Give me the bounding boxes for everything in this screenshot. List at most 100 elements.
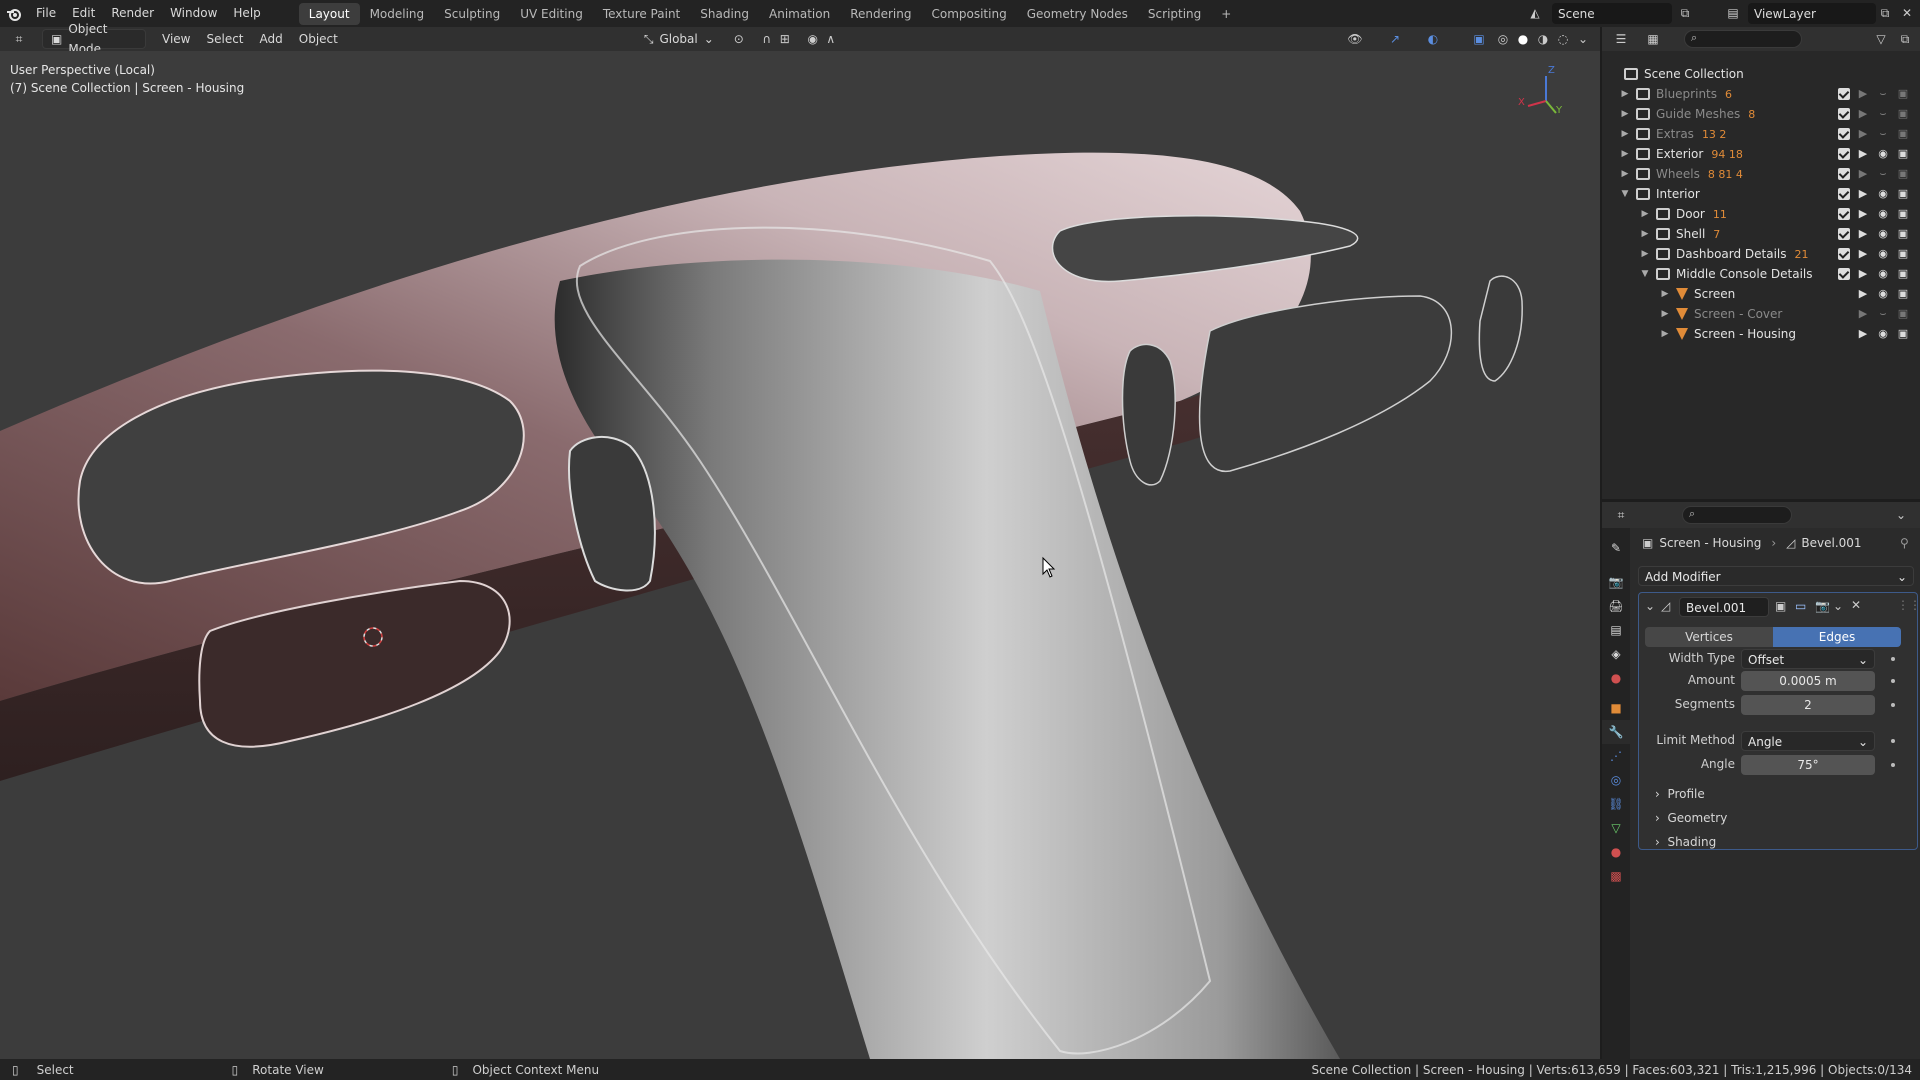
menu-help[interactable]: Help	[225, 0, 268, 27]
segments-field[interactable]: 2	[1741, 695, 1875, 715]
view-layer-selector[interactable]: ViewLayer	[1748, 3, 1876, 24]
falloff-icon[interactable]: ∧	[822, 30, 840, 48]
tab-uv-editing[interactable]: UV Editing	[510, 3, 593, 25]
amount-field[interactable]: 0.0005 m	[1741, 671, 1875, 691]
keyframe-dot-icon[interactable]	[1891, 657, 1895, 661]
snap-target-icon[interactable]: ⊞	[776, 30, 794, 48]
selectable-arrow-icon[interactable]: ▶	[1856, 208, 1870, 220]
3d-viewport[interactable]: User Perspective (Local) (7) Scene Colle…	[0, 51, 1600, 1059]
menu-add[interactable]: Add	[252, 29, 291, 49]
eye-icon[interactable]: ◉	[1876, 148, 1890, 160]
tab-compositing[interactable]: Compositing	[921, 3, 1016, 25]
tab-rendering[interactable]: Rendering	[840, 3, 921, 25]
angle-field[interactable]: 75°	[1741, 755, 1875, 775]
overlays-icon[interactable]: ◐	[1424, 30, 1442, 48]
exclude-checkbox[interactable]	[1838, 148, 1850, 160]
camera-render-icon[interactable]: ▣	[1896, 248, 1910, 260]
menu-object[interactable]: Object	[291, 29, 346, 49]
camera-render-icon[interactable]: ▣	[1896, 268, 1910, 280]
tab-modeling[interactable]: Modeling	[360, 3, 435, 25]
new-collection-icon[interactable]: ⧉	[1896, 30, 1914, 48]
eye-icon[interactable]: ◉	[1876, 268, 1890, 280]
material-tab-icon[interactable]: ●	[1602, 840, 1630, 864]
eye-icon[interactable]: ◉	[1876, 228, 1890, 240]
view-layer-icon[interactable]: ▤	[1724, 4, 1742, 22]
tree-row-guide-meshes[interactable]: ▶ Guide Meshes 8 ▶ ⌣ ▣	[1602, 104, 1920, 124]
gizmo-icon[interactable]: ↗	[1386, 30, 1404, 48]
filter-icon[interactable]: ▽	[1872, 30, 1890, 48]
texture-tab-icon[interactable]: ▩	[1602, 864, 1630, 888]
selectable-arrow-icon[interactable]: ▶	[1856, 268, 1870, 280]
eye-icon[interactable]: ◉	[1876, 208, 1890, 220]
tree-row-exterior[interactable]: ▶ Exterior 94 18 ▶ ◉ ▣	[1602, 144, 1920, 164]
exclude-checkbox[interactable]	[1838, 88, 1850, 100]
xray-icon[interactable]: ▣	[1470, 30, 1488, 48]
camera-render-icon[interactable]: ▣	[1896, 308, 1910, 320]
affect-edges-button[interactable]: Edges	[1773, 627, 1901, 647]
edit-mode-toggle-icon[interactable]: ▣	[1775, 599, 1786, 613]
mode-dropdown[interactable]: ▣ Object Mode	[42, 22, 146, 56]
expand-right-icon[interactable]: ▶	[1638, 229, 1652, 239]
modifier-menu-icon[interactable]: ⌄	[1833, 599, 1843, 613]
blender-logo-icon[interactable]	[0, 0, 28, 27]
camera-render-icon[interactable]: ▣	[1896, 88, 1910, 100]
render-toggle-icon[interactable]: 📷	[1815, 599, 1830, 613]
exclude-checkbox[interactable]	[1838, 228, 1850, 240]
selectable-arrow-icon[interactable]: ▶	[1856, 288, 1870, 300]
expand-right-icon[interactable]: ▶	[1618, 169, 1632, 179]
navigation-gizmo[interactable]	[1527, 76, 1557, 114]
tree-row-dashboard-details[interactable]: ▶ Dashboard Details 21 ▶ ◉ ▣	[1602, 244, 1920, 264]
camera-render-icon[interactable]: ▣	[1896, 328, 1910, 340]
tab-scripting[interactable]: Scripting	[1138, 3, 1211, 25]
physics-tab-icon[interactable]: ◎	[1602, 768, 1630, 792]
expand-down-icon[interactable]: ▼	[1638, 269, 1652, 279]
eye-icon[interactable]: ◉	[1876, 328, 1890, 340]
menu-view[interactable]: View	[154, 29, 198, 49]
keyframe-dot-icon[interactable]	[1891, 739, 1895, 743]
viewport-toggle-icon[interactable]: ▭	[1795, 599, 1806, 613]
shading-subpanel[interactable]: › Shading	[1655, 835, 1716, 849]
shading-options-icon[interactable]: ⌄	[1574, 30, 1592, 48]
menu-window[interactable]: Window	[162, 0, 225, 27]
tree-row-wheels[interactable]: ▶ Wheels 8 81 4 ▶ ⌣ ▣	[1602, 164, 1920, 184]
scene-tab-icon[interactable]: ◈	[1602, 642, 1630, 666]
properties-editor-type-icon[interactable]: ⌗	[1612, 506, 1630, 524]
material-shading-icon[interactable]: ◑	[1534, 30, 1552, 48]
menu-select[interactable]: Select	[198, 29, 251, 49]
menu-file[interactable]: File	[28, 0, 64, 27]
expand-right-icon[interactable]: ▶	[1618, 109, 1632, 119]
exclude-checkbox[interactable]	[1838, 108, 1850, 120]
keyframe-dot-icon[interactable]	[1891, 763, 1895, 767]
constraints-tab-icon[interactable]: ⛓	[1602, 792, 1630, 816]
close-icon[interactable]: ✕	[1851, 598, 1861, 612]
tree-row-middle-console-details[interactable]: ▼ Middle Console Details ▶ ◉ ▣	[1602, 264, 1920, 284]
exclude-checkbox[interactable]	[1838, 168, 1850, 180]
camera-render-icon[interactable]: ▣	[1896, 148, 1910, 160]
eye-icon[interactable]: ◉	[1876, 188, 1890, 200]
hidden-eye-icon[interactable]: ⌣	[1876, 168, 1890, 180]
camera-render-icon[interactable]: ▣	[1896, 108, 1910, 120]
hidden-eye-icon[interactable]: ⌣	[1876, 308, 1890, 320]
tree-row-screen-cover[interactable]: ▶ Screen - Cover ▶ ⌣ ▣	[1602, 304, 1920, 324]
selectable-arrow-icon[interactable]: ▶	[1856, 248, 1870, 260]
new-view-layer-icon[interactable]: ⧉	[1876, 4, 1894, 22]
selectable-arrow-icon[interactable]: ▶	[1856, 328, 1870, 340]
tab-shading[interactable]: Shading	[690, 3, 759, 25]
modifier-tab-icon[interactable]: 🔧	[1602, 720, 1630, 744]
expand-right-icon[interactable]: ▶	[1638, 209, 1652, 219]
profile-subpanel[interactable]: › Profile	[1655, 787, 1705, 801]
expand-right-icon[interactable]: ▶	[1658, 309, 1672, 319]
expand-right-icon[interactable]: ▶	[1658, 289, 1672, 299]
selectable-arrow-icon[interactable]: ▶	[1856, 128, 1870, 140]
tab-texture-paint[interactable]: Texture Paint	[593, 3, 690, 25]
eye-icon[interactable]: ◉	[1876, 248, 1890, 260]
expand-down-icon[interactable]: ▼	[1618, 189, 1632, 199]
outliner-editor-type-icon[interactable]: ☰	[1612, 30, 1630, 48]
expand-right-icon[interactable]: ▶	[1618, 129, 1632, 139]
tree-row-extras[interactable]: ▶ Extras 13 2 ▶ ⌣ ▣	[1602, 124, 1920, 144]
eye-icon[interactable]: ◉	[1876, 288, 1890, 300]
outliner-search-input[interactable]: ⌕	[1684, 30, 1802, 48]
keyframe-dot-icon[interactable]	[1891, 703, 1895, 707]
tab-sculpting[interactable]: Sculpting	[434, 3, 510, 25]
exclude-checkbox[interactable]	[1838, 128, 1850, 140]
